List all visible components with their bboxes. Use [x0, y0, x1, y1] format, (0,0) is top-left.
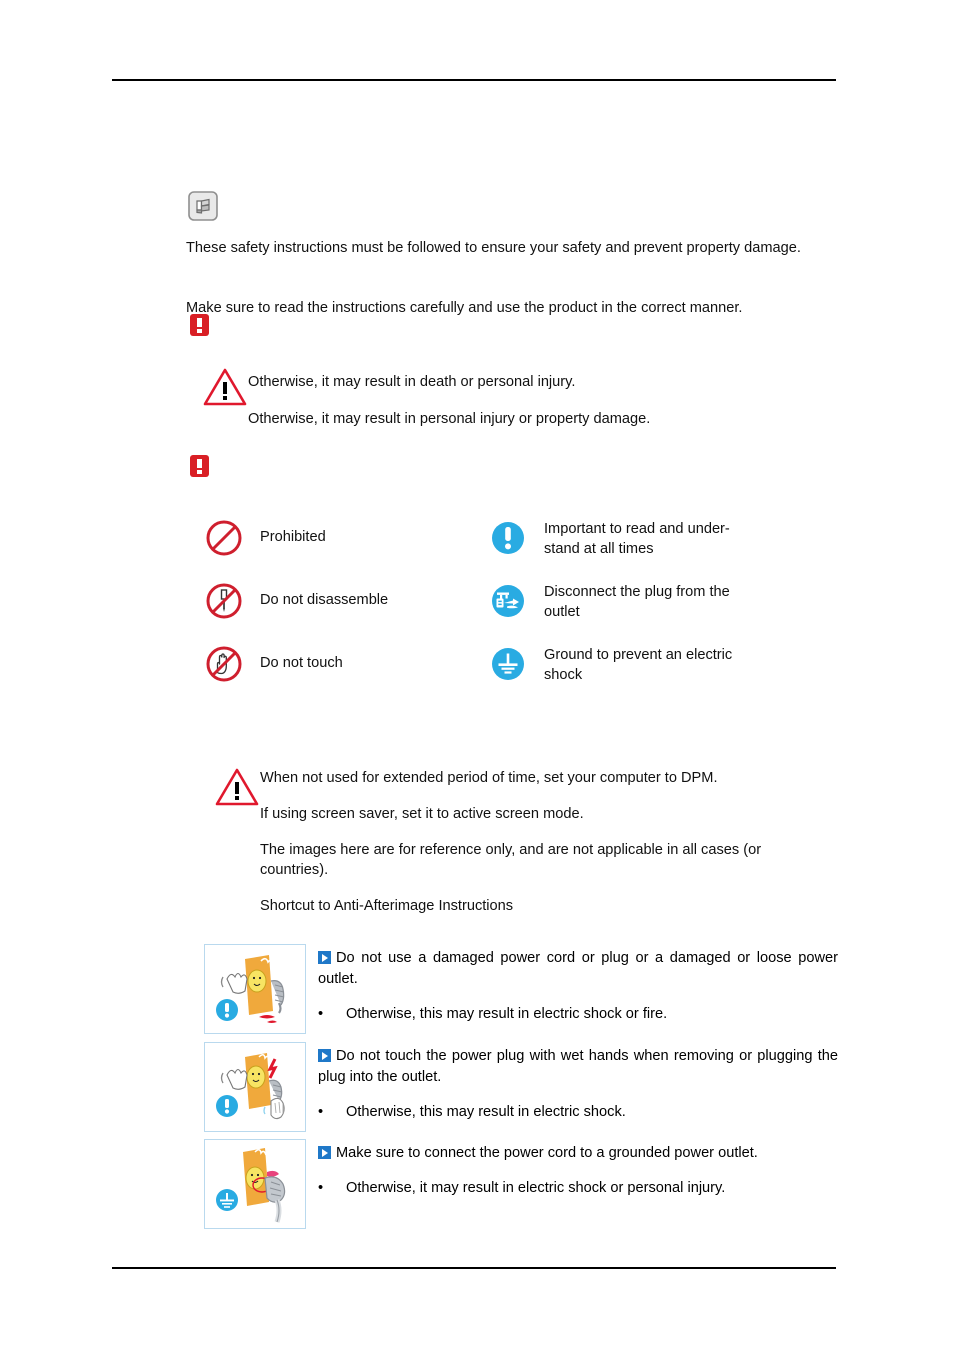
safety-item-bullet: • Otherwise, this may result in electric… [318, 1004, 838, 1024]
legend-cell-do-not-touch: Do not touch [204, 644, 488, 684]
prohibited-icon [204, 518, 244, 558]
safety-item-heading-text: Do not use a damaged power cord or plug … [318, 950, 838, 987]
grounded-outlet-illustration [204, 1139, 306, 1229]
legend-label: Ground to prevent an electric shock [544, 647, 733, 683]
disconnect-plug-icon [488, 581, 528, 621]
safety-item-heading-text: Do not touch the power plug with wet han… [318, 1048, 838, 1085]
safety-item-body: Do not use a damaged power cord or plug … [318, 944, 838, 1024]
safety-item-heading: Make sure to connect the power cord to a… [318, 1143, 838, 1164]
legend-label: Do not touch [260, 655, 343, 671]
legend-row: Prohibited Important to read and under- … [204, 518, 844, 559]
legend-label: Prohibited [260, 529, 326, 545]
safety-item: Do not use a damaged power cord or plug … [204, 944, 844, 1034]
legend-label: Important to read and under- stand at al… [544, 521, 730, 557]
note-pencil-icon [188, 191, 218, 221]
blue-arrow-marker [318, 1146, 331, 1159]
header-rule [112, 79, 836, 81]
intro-paragraph-2: Make sure to read the instructions caref… [186, 300, 743, 316]
damaged-power-cord-illustration [204, 944, 306, 1034]
blue-arrow-marker [318, 1049, 331, 1062]
bullet-marker: • [318, 1180, 324, 1196]
safety-item-bullet-text: Otherwise, it may result in electric sho… [346, 1180, 726, 1196]
legend-row: Do not disassemble Disconnect the plug f… [204, 581, 844, 622]
bullet-marker: • [318, 1006, 324, 1022]
document-page: These safety instructions must be follow… [0, 0, 954, 1350]
warning-line-1: Otherwise, it may result in death or per… [248, 374, 576, 390]
dpm-line-3: The images here are for reference only, … [260, 842, 762, 878]
legend-cell-ground: Ground to prevent an electric shock [488, 644, 828, 685]
dpm-line-4: Shortcut to Anti-Afterimage Instructions [260, 898, 514, 914]
footer-rule [112, 1267, 836, 1269]
exclamation-badge-icon [190, 314, 209, 336]
legend-cell-important: Important to read and under- stand at al… [488, 518, 828, 559]
safety-item-bullet: • Otherwise, this may result in electric… [318, 1102, 838, 1122]
warning-line-2: Otherwise, it may result in personal inj… [248, 411, 651, 427]
safety-item-bullet: • Otherwise, it may result in electric s… [318, 1178, 838, 1198]
safety-item-body: Make sure to connect the power cord to a… [318, 1139, 838, 1198]
intro-paragraph-1: These safety instructions must be follow… [186, 240, 801, 256]
dpm-text-block: When not used for extended period of tim… [260, 768, 840, 916]
warning-triangle-icon [214, 766, 260, 808]
safety-item-heading-text: Make sure to connect the power cord to a… [336, 1145, 758, 1161]
legend-cell-do-not-disassemble: Do not disassemble [204, 581, 488, 621]
blue-arrow-marker [318, 951, 331, 964]
safety-item-heading: Do not use a damaged power cord or plug … [318, 948, 838, 990]
important-exclamation-icon [488, 518, 528, 558]
safety-item: Make sure to connect the power cord to a… [204, 1139, 844, 1229]
safety-item: Do not touch the power plug with wet han… [204, 1042, 844, 1132]
wet-hands-plug-illustration [204, 1042, 306, 1132]
safety-item-bullet-text: Otherwise, this may result in electric s… [346, 1006, 668, 1022]
legend-cell-prohibited: Prohibited [204, 518, 488, 558]
bullet-marker: • [318, 1104, 324, 1120]
safety-item-heading: Do not touch the power plug with wet han… [318, 1046, 838, 1088]
safety-item-body: Do not touch the power plug with wet han… [318, 1042, 838, 1122]
warning-triangle-icon [202, 366, 248, 408]
safety-item-bullet-text: Otherwise, this may result in electric s… [346, 1104, 626, 1120]
legend-cell-disconnect-plug: Disconnect the plug from the outlet [488, 581, 828, 622]
legend-label: Disconnect the plug from the outlet [544, 584, 730, 620]
do-not-disassemble-icon [204, 581, 244, 621]
symbol-legend: Prohibited Important to read and under- … [204, 518, 844, 685]
legend-row: Do not touch Ground to prevent an electr… [204, 644, 844, 685]
exclamation-badge-icon [190, 455, 209, 477]
do-not-touch-icon [204, 644, 244, 684]
ground-icon [488, 644, 528, 684]
legend-label: Do not disassemble [260, 592, 389, 608]
dpm-line-2: If using screen saver, set it to active … [260, 806, 584, 822]
dpm-line-1: When not used for extended period of tim… [260, 770, 718, 786]
warning-text-block: Otherwise, it may result in death or per… [248, 372, 848, 429]
